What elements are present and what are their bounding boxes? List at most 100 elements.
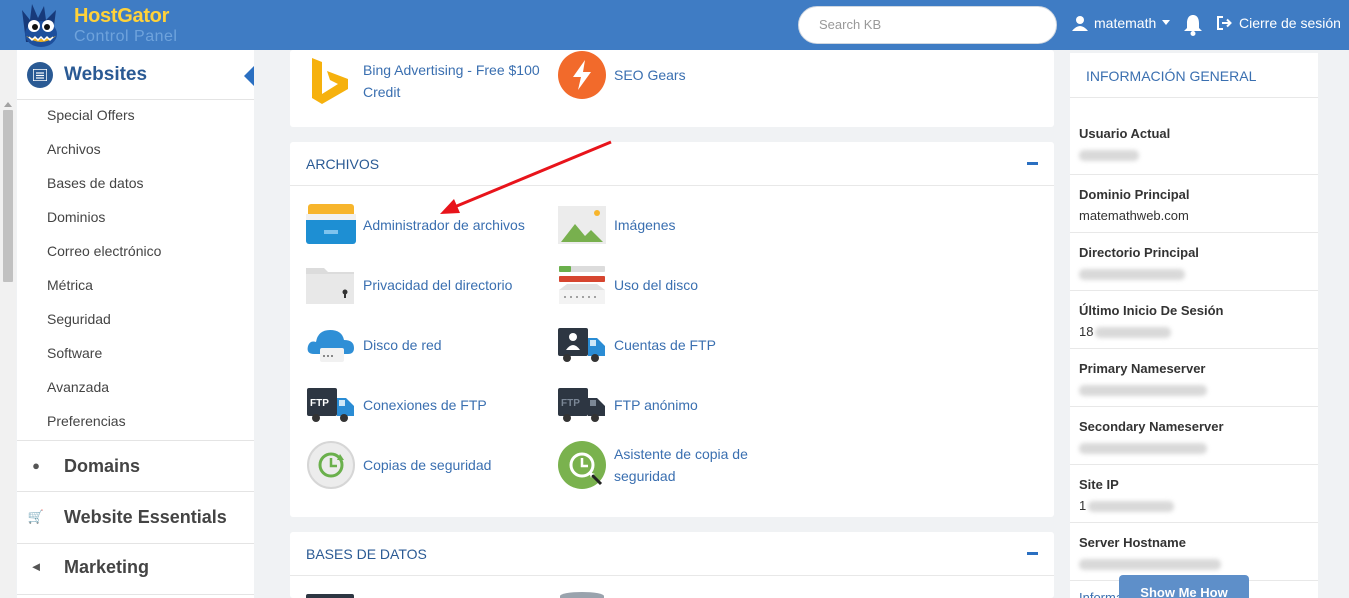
- images-link[interactable]: Imágenes: [557, 200, 675, 250]
- sidebar-category-label: Domains: [64, 456, 141, 476]
- web-disk-icon: [306, 320, 356, 370]
- collapse-caret-icon[interactable]: [244, 66, 254, 86]
- info-key: Último Inicio De Sesión: [1079, 303, 1224, 318]
- info-row-last-login: Último Inicio De Sesión 18: [1070, 291, 1318, 349]
- logout-button[interactable]: Cierre de sesión: [1217, 15, 1341, 31]
- item-label: Bing Advertising - Free $100 Credit: [363, 62, 540, 100]
- sidebar-item-software[interactable]: Software: [17, 338, 254, 372]
- directory-privacy-link[interactable]: Privacidad del directorio: [306, 260, 512, 310]
- websites-icon: [27, 61, 53, 88]
- show-me-how-button[interactable]: Show Me How: [1119, 575, 1249, 598]
- megaphone-icon: ◄: [29, 559, 43, 574]
- sidebar-item-list: Special Offers Archivos Bases de datos D…: [17, 100, 254, 441]
- item-label: Cuentas de FTP: [614, 337, 716, 353]
- info-key: Site IP: [1079, 477, 1119, 492]
- globe-icon: ●: [32, 458, 40, 473]
- bases-panel-header[interactable]: BASES DE DATOS: [290, 532, 1054, 576]
- offers-panel: Bing Advertising - Free $100 Credit SEO …: [290, 50, 1054, 127]
- seo-gears-icon: [557, 50, 607, 100]
- archivos-panel: ARCHIVOS Administrador de archivos Imáge…: [290, 142, 1054, 517]
- web-disk-link[interactable]: Disco de red: [306, 320, 442, 370]
- sidebar-item-metrica[interactable]: Métrica: [17, 270, 254, 304]
- redacted-value: [1079, 443, 1207, 455]
- ftp-accounts-link[interactable]: Cuentas de FTP: [557, 320, 716, 370]
- sidebar-item-correo[interactable]: Correo electrónico: [17, 236, 254, 270]
- item-label: Conexiones de FTP: [363, 397, 487, 413]
- seo-gears-link[interactable]: SEO Gears: [557, 50, 686, 100]
- logout-icon: [1217, 16, 1232, 30]
- sidebar-item-bases-de-datos[interactable]: Bases de datos: [17, 168, 254, 202]
- collapse-minus-icon[interactable]: [1027, 162, 1038, 165]
- info-key: Server Hostname: [1079, 535, 1186, 550]
- redacted-value: [1079, 385, 1207, 397]
- info-key: Usuario Actual: [1079, 126, 1171, 141]
- backup-wizard-link[interactable]: Asistente de copia de seguridad: [557, 440, 764, 490]
- archivos-panel-header[interactable]: ARCHIVOS: [290, 142, 1054, 186]
- info-row-main-domain: Dominio Principal matemathweb.com: [1070, 175, 1318, 233]
- hostgator-logo[interactable]: HostGator Control Panel: [12, 2, 192, 48]
- sidebar-item-archivos[interactable]: Archivos: [17, 134, 254, 168]
- sidebar-item-seguridad[interactable]: Seguridad: [17, 304, 254, 338]
- directory-privacy-icon: [306, 260, 356, 310]
- scrollbar-thumb[interactable]: [3, 110, 13, 282]
- bing-advertising-link[interactable]: Bing Advertising - Free $100 Credit: [306, 56, 548, 106]
- sidebar-section-title: Websites: [64, 63, 148, 85]
- redacted-value: [1079, 150, 1139, 162]
- item-label: Copias de seguridad: [363, 457, 492, 473]
- bell-icon: [1184, 15, 1202, 36]
- info-value: [1079, 147, 1318, 164]
- sidebar-category-domains[interactable]: ● Domains: [17, 441, 254, 492]
- sidebar-category-website-essentials[interactable]: 🛒 Website Essentials: [17, 492, 254, 544]
- collapse-minus-icon[interactable]: [1027, 552, 1038, 555]
- info-value-text: 1: [1079, 498, 1087, 513]
- info-value-text: matemathweb.com: [1079, 208, 1189, 223]
- images-icon: [557, 200, 607, 250]
- ftp-connections-icon: FTP: [306, 380, 356, 430]
- item-label: Imágenes: [614, 217, 676, 233]
- item-label: Asistente de copia de seguridad: [614, 446, 748, 484]
- info-row-server-hostname: Server Hostname: [1070, 523, 1318, 581]
- info-value: [1079, 440, 1318, 457]
- sidebar: Websites Special Offers Archivos Bases d…: [17, 50, 254, 598]
- info-value: 18: [1079, 324, 1318, 341]
- username-label: matemath: [1094, 15, 1157, 31]
- info-key: Dominio Principal: [1079, 187, 1190, 202]
- bases-de-datos-panel: BASES DE DATOS: [290, 532, 1054, 598]
- logout-label: Cierre de sesión: [1239, 15, 1341, 31]
- sidebar-item-dominios[interactable]: Dominios: [17, 202, 254, 236]
- sidebar-item-special-offers[interactable]: Special Offers: [17, 100, 254, 134]
- mysql-database-icon: [560, 592, 604, 598]
- info-value: [1079, 382, 1318, 399]
- backup-icon: [306, 440, 356, 490]
- search-input[interactable]: Search KB: [798, 6, 1057, 44]
- scroll-up-arrow-icon[interactable]: [4, 102, 12, 107]
- gator-mascot-icon: [22, 4, 57, 47]
- info-key: Directorio Principal: [1079, 245, 1199, 260]
- sidebar-category-marketing[interactable]: ◄ Marketing: [17, 544, 254, 595]
- ftp-accounts-icon: [557, 320, 607, 370]
- backup-wizard-icon: [557, 440, 607, 490]
- user-icon: [1072, 16, 1088, 31]
- sidebar-scrollbar[interactable]: [0, 50, 16, 598]
- item-label: Disco de red: [363, 337, 442, 353]
- redacted-value: [1088, 501, 1175, 513]
- backup-link[interactable]: Copias de seguridad: [306, 440, 491, 490]
- item-label: Privacidad del directorio: [363, 277, 513, 293]
- anonymous-ftp-link[interactable]: FTP FTP anónimo: [557, 380, 698, 430]
- disk-usage-link[interactable]: Uso del disco: [557, 260, 698, 310]
- sidebar-item-avanzada[interactable]: Avanzada: [17, 372, 254, 406]
- info-row-home-directory: Directorio Principal: [1070, 233, 1318, 291]
- file-manager-icon: [306, 200, 356, 250]
- info-row-secondary-nameserver: Secondary Nameserver: [1070, 407, 1318, 465]
- database-icon: [306, 594, 354, 598]
- file-manager-link[interactable]: Administrador de archivos: [306, 200, 525, 250]
- ftp-connections-link[interactable]: FTP Conexiones de FTP: [306, 380, 487, 430]
- redacted-value: [1095, 327, 1172, 339]
- sidebar-section-websites[interactable]: Websites: [17, 50, 254, 100]
- notifications-bell[interactable]: [1183, 14, 1203, 41]
- redacted-value: [1079, 559, 1221, 571]
- user-menu[interactable]: matemath: [1072, 15, 1171, 31]
- sidebar-item-preferencias[interactable]: Preferencias: [17, 406, 254, 440]
- info-value: 1: [1079, 498, 1318, 515]
- info-value: [1079, 556, 1318, 573]
